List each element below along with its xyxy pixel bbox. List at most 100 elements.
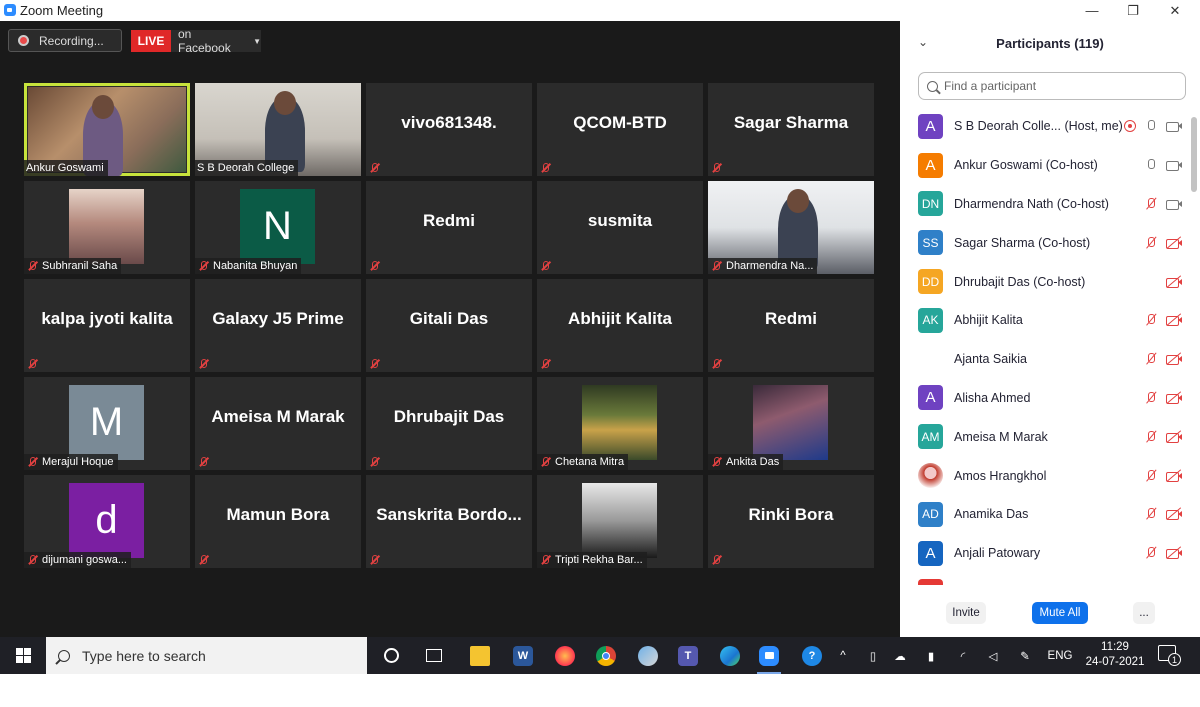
participant-row[interactable]: A Ankur Goswami (Co-host) [900, 146, 1190, 185]
video-tile[interactable]: M Merajul Hoque [24, 377, 190, 470]
video-off-icon[interactable] [1166, 313, 1182, 327]
usb-icon[interactable]: ▮ [921, 637, 941, 674]
participant-row[interactable]: AD Anamika Das [900, 495, 1190, 534]
participant-row[interactable]: AM Ameisa M Marak [900, 417, 1190, 456]
firefox-icon[interactable] [551, 642, 579, 669]
video-tile[interactable]: Mamun Bora [195, 475, 361, 568]
participant-row[interactable]: AAnjum Akhtar Mazid [900, 573, 1190, 585]
participant-search[interactable] [918, 72, 1186, 100]
taskbar-search[interactable] [46, 637, 367, 674]
video-tile[interactable]: QCOM-BTD [537, 83, 703, 176]
clock-time: 11:29 [1101, 641, 1129, 653]
video-tile[interactable]: Subhranil Saha [24, 181, 190, 274]
onedrive-icon[interactable]: ☁ [890, 637, 910, 674]
video-tile[interactable]: N Nabanita Bhuyan [195, 181, 361, 274]
live-destination-dropdown[interactable]: on Facebook ▼ [171, 27, 261, 55]
start-button[interactable] [0, 637, 46, 674]
muted-mic-icon[interactable] [1144, 430, 1158, 444]
video-tile[interactable]: Ankur Goswami [24, 83, 190, 176]
wifi-icon[interactable]: ◜ [953, 637, 973, 674]
video-tile[interactable]: d dijumani goswa... [24, 475, 190, 568]
participant-row[interactable]: A Alisha Ahmed [900, 379, 1190, 418]
participant-row[interactable]: SS Sagar Sharma (Co-host) [900, 223, 1190, 262]
video-icon[interactable] [1166, 158, 1182, 172]
notification-center-icon[interactable]: 1 [1158, 645, 1181, 666]
recording-indicator[interactable]: Recording... [8, 29, 122, 52]
muted-mic-icon[interactable] [1144, 313, 1158, 327]
participant-row[interactable]: A Anjali Patowary [900, 534, 1190, 573]
participant-row[interactable]: Ajanta Saikia [900, 340, 1190, 379]
participant-search-input[interactable] [944, 79, 1174, 93]
close-button[interactable]: ✕ [1155, 0, 1195, 21]
pen-icon[interactable]: ✎ [1015, 637, 1035, 674]
participant-row[interactable]: A S B Deorah Colle... (Host, me) [900, 107, 1190, 146]
video-tile[interactable]: Galaxy J5 Prime [195, 279, 361, 372]
participant-row[interactable]: Amos Hrangkhol [900, 456, 1190, 495]
mute-all-button[interactable]: Mute All [1032, 602, 1088, 624]
more-options-button[interactable]: ... [1133, 602, 1155, 624]
taskbar-search-input[interactable] [82, 647, 342, 664]
video-off-icon[interactable] [1166, 391, 1182, 405]
restore-button[interactable]: ❐ [1113, 0, 1153, 21]
participant-row[interactable]: AK Abhijit Kalita [900, 301, 1190, 340]
teams-icon[interactable]: T [674, 642, 702, 669]
video-tile[interactable]: Gitali Das [366, 279, 532, 372]
mic-icon[interactable] [1144, 119, 1158, 133]
video-off-icon[interactable] [1166, 236, 1182, 250]
participant-row[interactable]: DN Dharmendra Nath (Co-host) [900, 185, 1190, 224]
video-tile[interactable]: vivo681348. [366, 83, 532, 176]
device-icon[interactable]: ▯ [863, 637, 883, 674]
invite-button[interactable]: Invite [946, 602, 986, 624]
video-tile[interactable]: Redmi [708, 279, 874, 372]
scrollbar-thumb[interactable] [1191, 117, 1197, 192]
video-off-icon[interactable] [1166, 274, 1182, 289]
muted-mic-icon [26, 260, 38, 272]
participant-row[interactable]: DD Dhrubajit Das (Co-host) [900, 262, 1190, 301]
participant-list-scrollbar[interactable] [1190, 107, 1198, 585]
video-tile[interactable]: Tripti Rekha Bar... [537, 475, 703, 568]
video-tile[interactable]: Redmi [366, 181, 532, 274]
show-hidden-icons-chevron-icon[interactable]: ^ [833, 637, 853, 674]
video-tile[interactable]: Chetana Mitra [537, 377, 703, 470]
app-icon[interactable] [634, 642, 662, 669]
video-off-icon[interactable] [1166, 352, 1182, 366]
muted-mic-icon[interactable] [1144, 391, 1158, 405]
video-tile[interactable]: Ameisa M Marak [195, 377, 361, 470]
word-icon[interactable]: W [509, 642, 537, 669]
video-tile[interactable]: Rinki Bora [708, 475, 874, 568]
video-tile[interactable]: Ankita Das [708, 377, 874, 470]
video-tile[interactable]: Sanskrita Bordo... [366, 475, 532, 568]
video-icon[interactable] [1166, 119, 1182, 133]
cortana-icon[interactable] [377, 642, 405, 669]
muted-mic-icon[interactable] [1144, 197, 1158, 211]
help-icon[interactable]: ? [798, 642, 826, 669]
participant-name-bar: S B Deorah College [195, 160, 299, 176]
video-off-icon[interactable] [1166, 507, 1182, 521]
muted-mic-icon[interactable] [1144, 546, 1158, 560]
video-off-icon[interactable] [1166, 430, 1182, 444]
muted-mic-icon[interactable] [1144, 469, 1158, 483]
video-tile[interactable]: Dhrubajit Das [366, 377, 532, 470]
muted-mic-icon[interactable] [1144, 352, 1158, 366]
volume-icon[interactable]: ◁ [983, 637, 1003, 674]
taskbar-clock[interactable]: 11:29 24-07-2021 [1080, 640, 1150, 670]
muted-mic-icon[interactable] [1144, 507, 1158, 521]
minimize-button[interactable]: — [1072, 0, 1112, 21]
chrome-icon[interactable] [592, 642, 620, 669]
file-explorer-icon[interactable] [466, 642, 494, 669]
zoom-taskbar-icon[interactable] [755, 642, 783, 674]
video-off-icon[interactable] [1166, 468, 1182, 483]
video-tile[interactable]: Abhijit Kalita [537, 279, 703, 372]
muted-mic-icon[interactable] [1144, 236, 1158, 250]
video-tile[interactable]: Sagar Sharma [708, 83, 874, 176]
video-off-icon[interactable] [1166, 546, 1182, 560]
video-tile[interactable]: Dharmendra Na... [708, 181, 874, 274]
video-tile[interactable]: susmita [537, 181, 703, 274]
mic-icon[interactable] [1144, 158, 1158, 172]
video-tile[interactable]: kalpa jyoti kalita [24, 279, 190, 372]
language-indicator[interactable]: ENG [1045, 637, 1075, 674]
video-tile[interactable]: S B Deorah College [195, 83, 361, 176]
video-icon[interactable] [1166, 197, 1182, 211]
edge-icon[interactable] [716, 642, 744, 669]
task-view-icon[interactable] [420, 642, 448, 669]
